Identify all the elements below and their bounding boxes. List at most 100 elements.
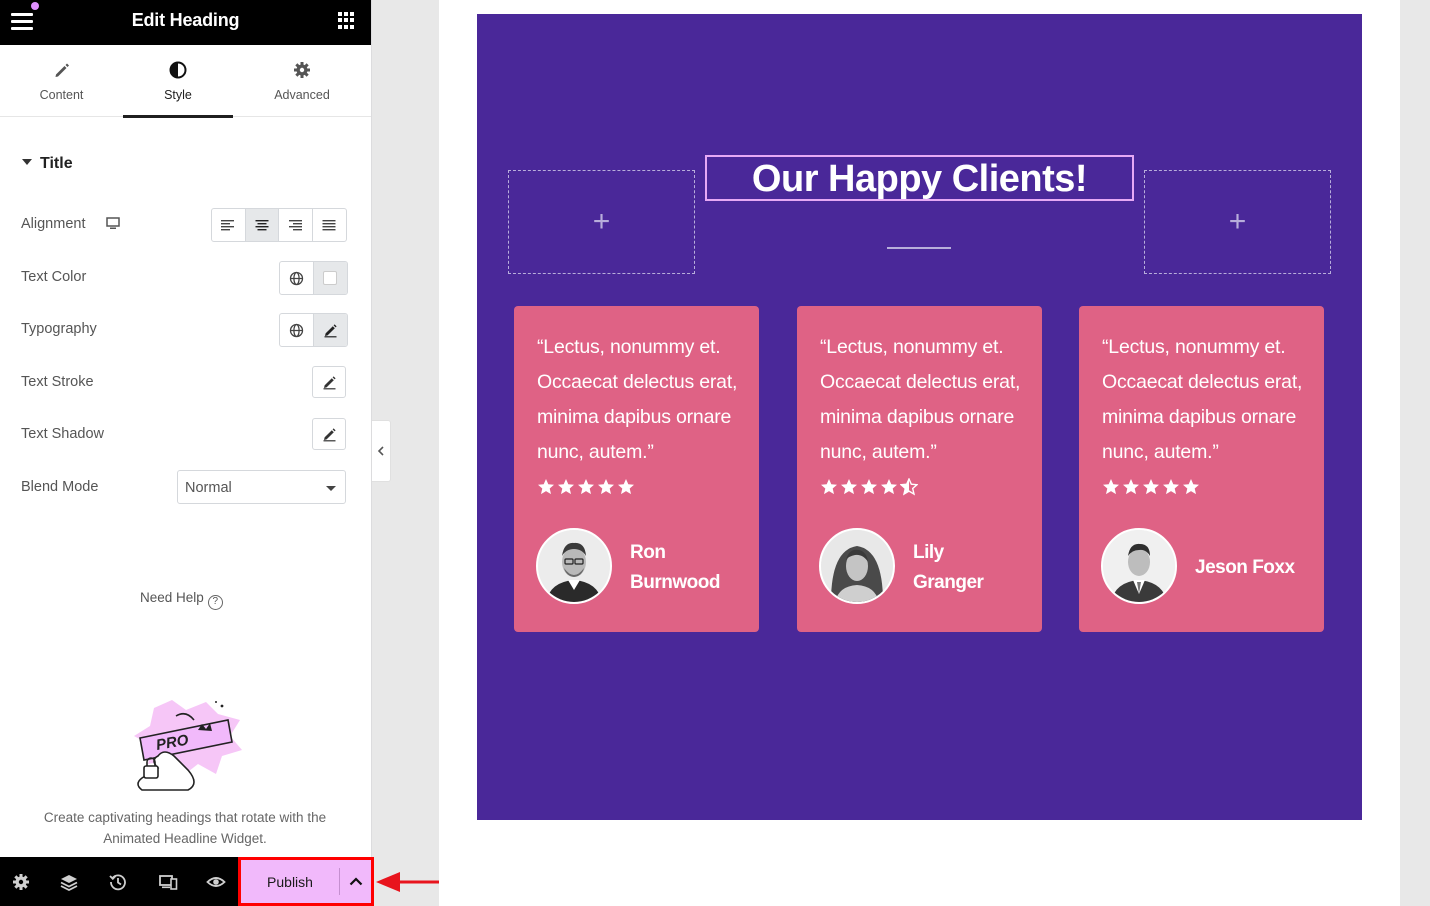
star-full-icon [1183,479,1199,495]
panel-title: Edit Heading [131,10,240,30]
person-avatar-icon [821,530,893,602]
heading-divider [887,247,951,249]
align-right-button[interactable] [279,209,313,241]
align-center-button[interactable] [245,209,279,241]
notification-dot [31,2,39,10]
pencil-icon [323,427,336,441]
panel-header: Edit Heading [0,0,371,45]
align-justify-button[interactable] [313,209,347,241]
plus-icon: + [592,205,611,238]
star-half-icon [900,478,918,496]
section-title-text: Title [40,155,73,172]
align-left-button[interactable] [212,209,246,241]
widgets-grid-icon[interactable] [338,12,355,29]
person-avatar-icon [538,530,610,602]
testimonial-name: Burnwood [630,572,720,593]
plus-icon: + [1228,205,1247,238]
need-help-link[interactable]: Need Help? [140,590,223,610]
responsive-mode-icon[interactable] [158,872,178,892]
pencil-icon [55,63,69,77]
alignment-button-group [211,208,347,242]
history-icon[interactable] [108,872,128,892]
text-stroke-label: Text Stroke [21,374,94,390]
star-full-icon [538,479,554,495]
edit-typography-button[interactable] [313,314,347,346]
color-swatch-button[interactable] [313,262,347,294]
text-color-controls [279,261,348,295]
caret-down-icon [22,159,32,165]
testimonial-quote: “Lectus, nonummy et. Occaecat delectus e… [1102,336,1303,463]
empty-column-right[interactable]: + [1144,170,1331,274]
panel-tabs: Content Style Advanced [0,45,371,118]
gear-icon [294,62,310,78]
canvas-margin [1400,0,1430,906]
section-title-toggle[interactable]: Title [22,155,73,173]
collapse-panel-button[interactable] [372,420,391,482]
testimonial-card[interactable]: “Lectus, nonummy et. Occaecat delectus e… [1079,306,1324,632]
edit-text-stroke-button[interactable] [312,366,346,398]
avatar [1101,528,1177,604]
star-full-icon [1123,479,1139,495]
globe-icon [289,271,303,285]
star-full-icon [1163,479,1179,495]
publish-control-highlight: Publish [238,857,374,906]
testimonial-name: Lily [913,542,944,563]
desktop-icon[interactable] [105,217,120,230]
text-shadow-label: Text Shadow [21,426,105,442]
align-left-icon [221,220,235,231]
testimonial-name: Jeson Foxx [1195,557,1295,578]
tab-content[interactable]: Content [0,45,123,117]
publish-button[interactable]: Publish [241,860,339,903]
pencil-icon [323,375,336,389]
typography-label: Typography [21,321,97,337]
heading-widget[interactable]: Our Happy Clients! [705,155,1134,201]
avatar [536,528,612,604]
testimonial-quote: “Lectus, nonummy et. Occaecat delectus e… [537,336,738,463]
testimonial-name: Ron [630,542,666,563]
alignment-label-text: Alignment [21,216,86,232]
testimonial-card[interactable]: “Lectus, nonummy et. Occaecat delectus e… [797,306,1042,632]
blend-mode-value: Normal [185,480,232,496]
chevron-down-icon [326,486,336,491]
contrast-icon [169,61,187,79]
globe-icon [289,323,303,337]
settings-gear-icon[interactable] [11,872,31,892]
chevron-left-icon [377,446,384,456]
align-right-icon [289,220,303,231]
tab-label: Advanced [274,88,330,102]
star-full-icon [881,479,897,495]
promo-description: Create captivating headings that rotate … [43,810,327,846]
star-full-icon [578,479,594,495]
avatar [819,528,895,604]
star-rating [820,478,918,498]
star-full-icon [821,479,837,495]
blend-mode-label: Blend Mode [21,479,99,495]
color-swatch [323,271,338,285]
global-typography-button[interactable] [280,314,314,346]
tab-advanced[interactable]: Advanced [233,45,371,117]
chevron-up-icon [349,877,362,886]
global-colors-button[interactable] [280,262,314,294]
tab-style[interactable]: Style [123,45,233,118]
layers-icon[interactable] [59,872,79,892]
star-full-icon [841,479,857,495]
publish-options-button[interactable] [340,860,371,903]
typography-controls [279,313,348,347]
star-rating [1102,478,1200,498]
edit-text-shadow-button[interactable] [312,418,346,450]
testimonial-card[interactable]: “Lectus, nonummy et. Occaecat delectus e… [514,306,759,632]
star-full-icon [598,479,614,495]
star-full-icon [861,479,877,495]
empty-column-left[interactable]: + [508,170,695,274]
preview-eye-icon[interactable] [206,872,226,892]
blend-mode-select[interactable]: Normal [177,470,346,504]
heading-text: Our Happy Clients! [751,158,1088,200]
star-full-icon [1103,479,1119,495]
testimonial-quote: “Lectus, nonummy et. Occaecat delectus e… [820,336,1021,463]
tab-label: Content [39,88,84,102]
align-center-icon [255,220,269,231]
testimonial-name: Granger [913,572,984,593]
pro-promo-illustration: PRO [134,700,242,791]
star-rating [537,478,635,498]
question-icon: ? [207,595,223,610]
